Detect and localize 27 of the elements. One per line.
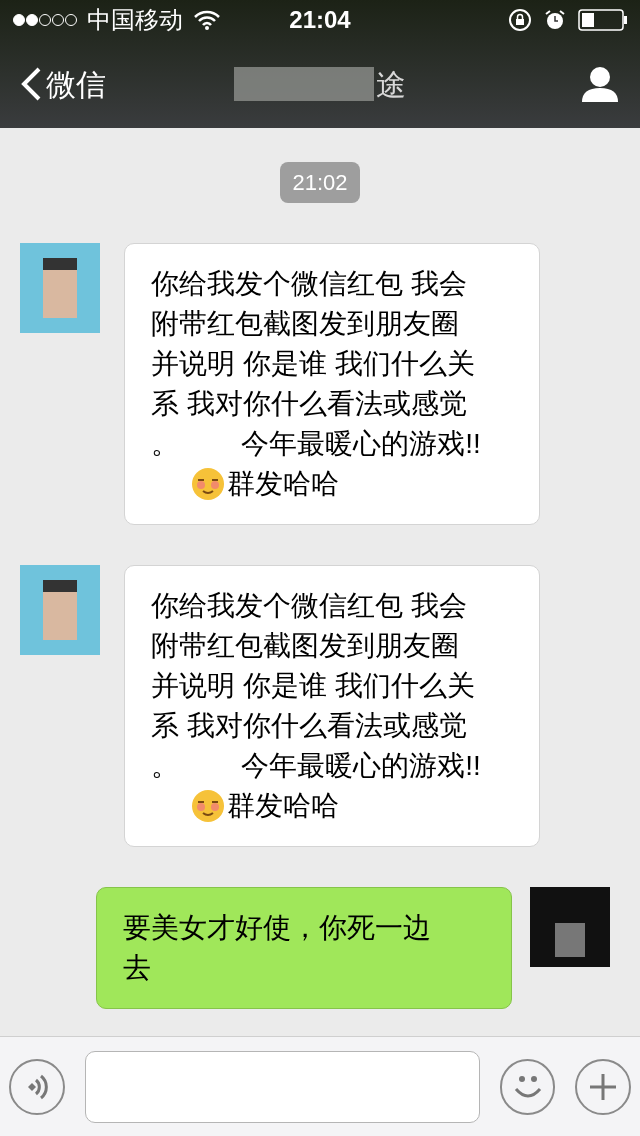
battery-icon [578, 9, 628, 31]
voice-button[interactable] [9, 1058, 65, 1115]
rotation-lock-icon [508, 8, 532, 32]
message-text: 群发哈哈 [227, 467, 339, 501]
message-input-field[interactable] [84, 1050, 480, 1123]
blushing-smiley-icon [191, 789, 225, 823]
message-text: 你给我发个微信红包 我会 附带红包截图发到朋友圈 并说明 你是谁 我们什么关 系 我对你什么看法或感觉 。 今年最暖心的游戏!! [151, 589, 482, 783]
message-text: 你给我发个微信红包 我会 附带红包截图发到朋友圈 并说明 你是谁 我们什么关 系 我对你什么看法或感觉 。 今年最暖心的游戏!! [151, 267, 482, 461]
chat-title: 途 [376, 66, 406, 103]
message-text: 要美女才好使，你死一边 去 [123, 911, 432, 985]
add-button[interactable] [575, 1058, 631, 1115]
message-text: 群发哈哈 [227, 789, 339, 823]
alarm-icon [544, 9, 566, 31]
emoji-button[interactable] [499, 1058, 556, 1115]
wifi-icon [194, 10, 220, 30]
avatar[interactable] [530, 887, 610, 967]
signal-icon [12, 13, 78, 27]
blushing-smiley-icon [191, 467, 225, 501]
back-button[interactable]: 微信 [20, 61, 220, 107]
avatar[interactable] [20, 565, 100, 655]
profile-icon[interactable] [580, 64, 620, 104]
plus-icon [588, 1071, 619, 1102]
avatar[interactable] [20, 243, 100, 333]
back-chevron-icon [20, 66, 42, 102]
timestamp: 21:02 [280, 162, 360, 203]
status-time: 21:04 [288, 5, 352, 35]
carrier-name: 中国移动 [87, 5, 183, 35]
